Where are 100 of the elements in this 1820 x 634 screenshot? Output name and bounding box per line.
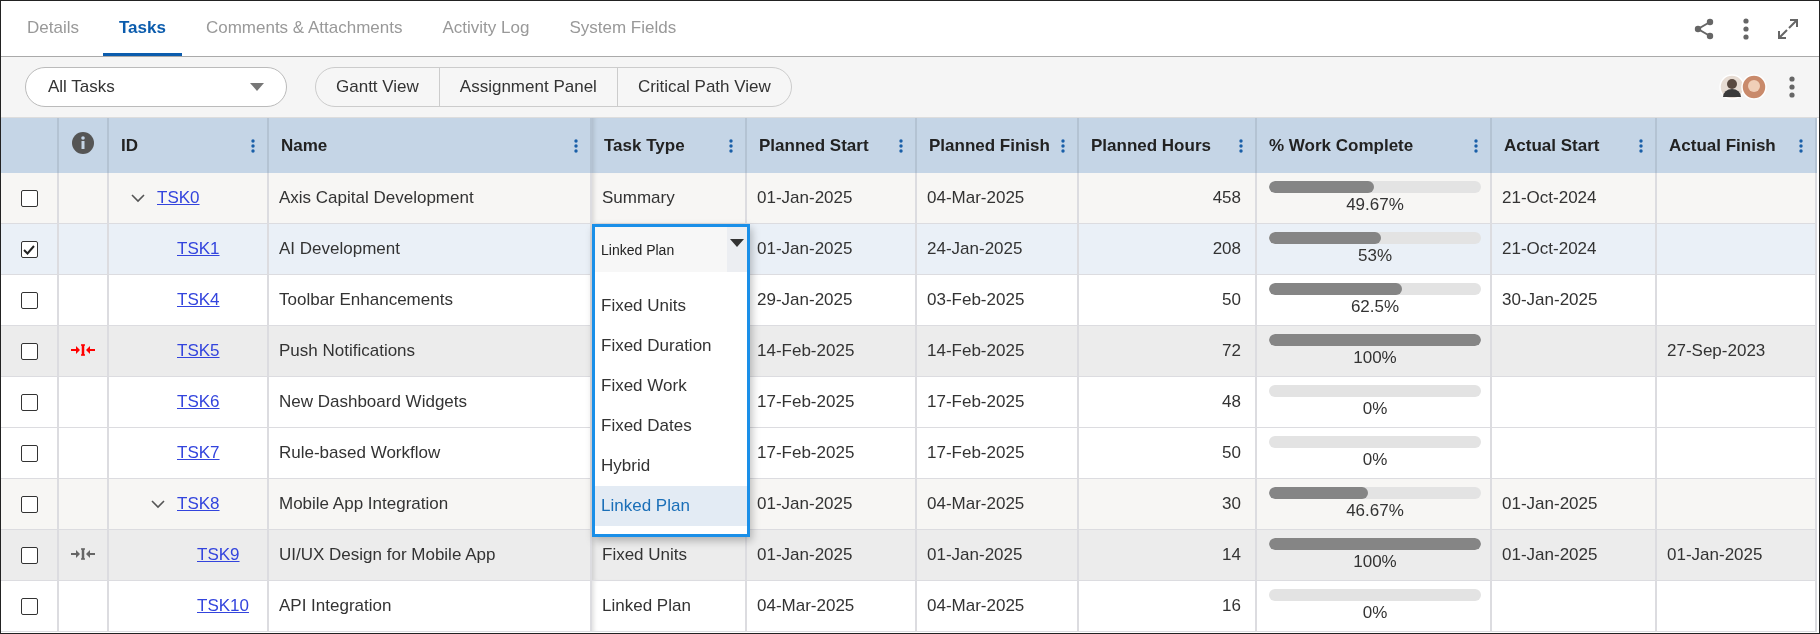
progress-percent: 100% <box>1353 348 1397 367</box>
column-menu-icon[interactable] <box>899 138 903 153</box>
planned-finish: 03-Feb-2025 <box>927 290 1025 309</box>
column-menu-icon[interactable] <box>729 138 733 153</box>
column-menu-icon[interactable] <box>1639 138 1643 153</box>
task-type-option[interactable]: Fixed Duration <box>595 326 747 366</box>
chevron-icon[interactable] <box>151 499 165 509</box>
row-checkbox[interactable] <box>20 547 38 564</box>
task-name: Rule-based Workflow <box>279 443 441 462</box>
progress-percent: 46.67% <box>1346 501 1404 520</box>
task-name: New Dashboard Widgets <box>279 392 468 411</box>
task-name: Toolbar Enhancements <box>279 290 453 309</box>
share-icon[interactable] <box>1693 17 1715 40</box>
task-id-link[interactable]: TSK9 <box>197 545 240 565</box>
column-header: Actual Start <box>1504 135 1600 156</box>
planned-hours: 458 <box>1212 188 1241 207</box>
column-header: ID <box>121 135 138 156</box>
progress-percent: 62.5% <box>1350 297 1400 316</box>
progress-percent: 0% <box>1362 603 1388 622</box>
planned-hours: 48 <box>1222 392 1241 411</box>
row-checkbox[interactable] <box>20 241 38 258</box>
column-header: Task Type <box>604 135 685 156</box>
row-checkbox[interactable] <box>20 394 38 411</box>
more-icon[interactable] <box>1789 76 1795 98</box>
view-button[interactable]: Assignment Panel <box>438 68 617 106</box>
planned-start: 04-Mar-2025 <box>757 596 855 615</box>
task-id-link[interactable]: TSK7 <box>177 443 220 463</box>
filter-dropdown[interactable]: All Tasks <box>25 67 287 107</box>
task-id-link[interactable]: TSK0 <box>157 188 200 208</box>
planned-hours: 30 <box>1222 494 1241 513</box>
expand-icon[interactable] <box>1777 17 1799 40</box>
task-name: UI/UX Design for Mobile App <box>279 545 496 564</box>
column-header: Planned Hours <box>1091 135 1211 156</box>
planned-start: 01-Jan-2025 <box>757 239 853 258</box>
task-type: Fixed Units <box>602 545 688 564</box>
progress-percent: 49.67% <box>1346 195 1404 214</box>
planned-hours: 50 <box>1222 443 1241 462</box>
row-checkbox[interactable] <box>20 343 38 360</box>
chevron-icon[interactable] <box>131 193 145 203</box>
planned-finish: 04-Mar-2025 <box>927 494 1025 513</box>
task-id-link[interactable]: TSK6 <box>177 392 220 412</box>
planned-hours: 50 <box>1222 290 1241 309</box>
planned-start: 29-Jan-2025 <box>757 290 853 309</box>
actual-finish: 27-Sep-2023 <box>1667 341 1766 360</box>
row-checkbox[interactable] <box>20 190 38 207</box>
planned-start: 01-Jan-2025 <box>757 494 853 513</box>
column-menu-icon[interactable] <box>1061 138 1065 153</box>
row-checkbox[interactable] <box>20 292 38 309</box>
planned-finish: 14-Feb-2025 <box>927 341 1025 360</box>
task-id-link[interactable]: TSK8 <box>177 494 220 514</box>
planned-finish: 04-Mar-2025 <box>927 188 1025 207</box>
task-type: Linked Plan <box>602 596 691 615</box>
task-type-option[interactable]: Fixed Units <box>595 286 747 326</box>
column-menu-icon[interactable] <box>1474 138 1478 153</box>
task-name: Push Notifications <box>279 341 416 360</box>
task-id-link[interactable]: TSK1 <box>177 239 220 259</box>
task-type-option[interactable]: Linked Plan <box>595 486 747 526</box>
view-button[interactable]: Gantt View <box>316 68 439 106</box>
row-checkbox[interactable] <box>20 445 38 462</box>
planned-start: 01-Jan-2025 <box>757 545 853 564</box>
task-type-option[interactable]: Fixed Work <box>595 366 747 406</box>
actual-finish: 01-Jan-2025 <box>1667 545 1763 564</box>
planned-start: 17-Feb-2025 <box>757 392 855 411</box>
task-name: Axis Capital Development <box>279 188 474 207</box>
task-id-link[interactable]: TSK5 <box>177 341 220 361</box>
task-type-option[interactable]: Fixed Dates <box>595 406 747 446</box>
column-menu-icon[interactable] <box>1239 138 1243 153</box>
actual-start: 30-Jan-2025 <box>1502 290 1598 309</box>
view-button[interactable]: Critical Path View <box>616 68 791 106</box>
caret-icon <box>730 239 744 247</box>
actual-start: 21-Oct-2024 <box>1502 188 1597 207</box>
caret-icon <box>250 83 264 91</box>
planned-hours: 16 <box>1222 596 1241 615</box>
row-checkbox[interactable] <box>20 598 38 615</box>
planned-start: 01-Jan-2025 <box>757 188 853 207</box>
planned-finish: 24-Jan-2025 <box>927 239 1023 258</box>
row-checkbox[interactable] <box>20 496 38 513</box>
column-header: Planned Finish <box>929 135 1050 156</box>
column-menu-icon[interactable] <box>251 138 255 153</box>
more-icon[interactable] <box>1743 17 1749 40</box>
column-menu-icon[interactable] <box>1799 138 1803 153</box>
task-id-link[interactable]: TSK10 <box>197 596 249 616</box>
task-type-select[interactable]: Linked Plan <box>595 227 747 272</box>
actual-start: 01-Jan-2025 <box>1502 494 1598 513</box>
planned-hours: 14 <box>1222 545 1241 564</box>
column-header: % Work Complete <box>1269 135 1414 156</box>
avatar[interactable] <box>1719 74 1745 100</box>
actual-start: 01-Jan-2025 <box>1502 545 1598 564</box>
column-menu-icon[interactable] <box>574 138 578 153</box>
progress-percent: 0% <box>1362 450 1388 469</box>
column-header: Name <box>281 135 328 156</box>
info-icon[interactable] <box>72 132 94 154</box>
task-id-link[interactable]: TSK4 <box>177 290 220 310</box>
task-name: Mobile App Integration <box>279 494 449 513</box>
column-header: Actual Finish <box>1669 135 1776 156</box>
planned-hours: 208 <box>1212 239 1241 258</box>
column-header: Planned Start <box>759 135 869 156</box>
task-name: API Integration <box>279 596 392 615</box>
task-type-option[interactable]: Hybrid <box>595 446 747 486</box>
planned-finish: 17-Feb-2025 <box>927 392 1025 411</box>
